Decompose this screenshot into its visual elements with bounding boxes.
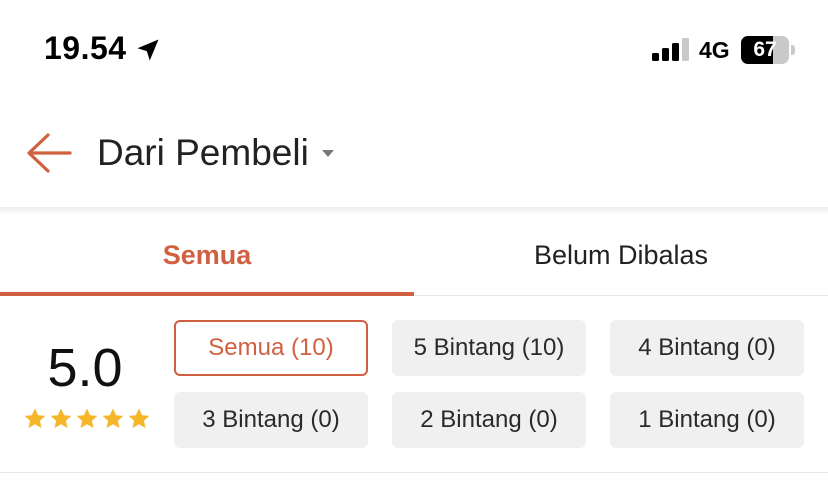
rating-score: 5.0: [47, 338, 123, 398]
title-dropdown[interactable]: Dari Pembeli: [97, 132, 335, 174]
page-title: Dari Pembeli: [97, 132, 309, 173]
star-icon: [76, 408, 98, 428]
screen: 19.54 4G 67 Dari Pembeli Semua Belum Dib…: [0, 0, 828, 500]
status-time: 19.54: [44, 30, 127, 66]
battery-icon: 67: [741, 36, 797, 64]
battery-tip: [791, 45, 795, 55]
star-icon: [50, 408, 72, 428]
filter-chip-5-star[interactable]: 5 Bintang (10): [392, 320, 586, 376]
active-tab-indicator: [0, 292, 414, 296]
status-bar: 19.54 4G 67: [0, 0, 828, 100]
battery-body: 67: [741, 36, 789, 64]
tab-unreplied[interactable]: Belum Dibalas: [414, 215, 828, 296]
filter-chip-1-star[interactable]: 1 Bintang (0): [610, 392, 804, 448]
filter-chip-3-star[interactable]: 3 Bintang (0): [174, 392, 368, 448]
app-header: Dari Pembeli: [0, 100, 828, 208]
network-type: 4G: [699, 37, 730, 63]
star-icon: [24, 408, 46, 428]
star-icon: [102, 408, 124, 428]
filter-chip-4-star[interactable]: 4 Bintang (0): [610, 320, 804, 376]
filter-chip-2-star[interactable]: 2 Bintang (0): [392, 392, 586, 448]
section-divider: [0, 472, 828, 473]
rating-stars: [23, 407, 151, 433]
battery-level: 67: [753, 38, 777, 61]
header-shadow: [0, 207, 828, 215]
cellular-signal-icon: [652, 38, 689, 61]
location-arrow-icon: [137, 39, 159, 61]
tab-all[interactable]: Semua: [0, 215, 414, 296]
tab-bar: Semua Belum Dibalas: [0, 215, 828, 296]
arrow-left-icon[interactable]: [22, 130, 76, 176]
star-icon: [128, 408, 150, 428]
caret-down-icon: [321, 150, 334, 157]
filter-chip-all[interactable]: Semua (10): [174, 320, 368, 376]
